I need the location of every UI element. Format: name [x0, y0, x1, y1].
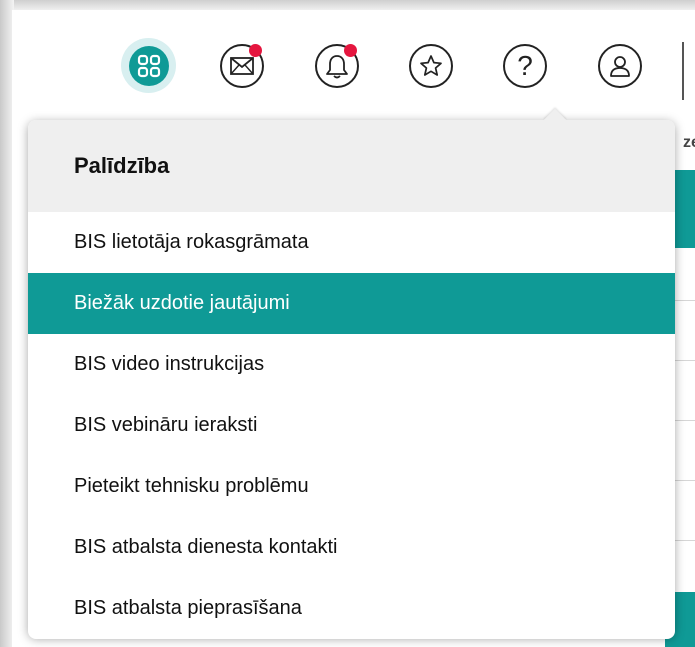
help-menu-list: BIS lietotāja rokasgrāmata Biežāk uzdoti…	[28, 212, 675, 639]
favorites-button[interactable]	[407, 42, 455, 90]
app-window: ze	[0, 0, 695, 647]
help-menu-header: Palīdzība	[28, 120, 675, 212]
menu-item-support-request[interactable]: BIS atbalsta pieprasīšana	[28, 578, 675, 639]
help-menu-title: Palīdzība	[74, 153, 170, 178]
notification-badge	[344, 44, 357, 57]
user-icon	[610, 56, 630, 77]
star-icon	[420, 55, 442, 76]
profile-button[interactable]	[596, 42, 644, 90]
help-button[interactable]: ?	[501, 42, 549, 90]
menu-item-support-contacts[interactable]: BIS atbalsta dienesta kontakti	[28, 517, 675, 578]
menu-item-webinar-recordings[interactable]: BIS vebināru ieraksti	[28, 395, 675, 456]
messages-button[interactable]	[218, 42, 266, 90]
help-dropdown-menu: Palīdzība BIS lietotāja rokasgrāmata Bie…	[28, 108, 675, 639]
apps-button[interactable]	[121, 38, 176, 93]
notifications-button[interactable]	[313, 42, 361, 90]
bell-icon	[326, 55, 348, 79]
menu-item-report-technical-problem[interactable]: Pieteikt tehnisku problēmu	[28, 456, 675, 517]
mail-icon	[230, 57, 254, 75]
menu-item-faq[interactable]: Biežāk uzdotie jautājumi	[28, 273, 675, 334]
menu-item-video-instructions[interactable]: BIS video instrukcijas	[28, 334, 675, 395]
toolbar-divider	[682, 42, 684, 100]
menu-item-user-manual[interactable]: BIS lietotāja rokasgrāmata	[28, 212, 675, 273]
notification-badge	[249, 44, 262, 57]
help-icon: ?	[517, 50, 533, 81]
background-partial-text: ze	[683, 134, 695, 151]
apps-grid-icon	[128, 45, 169, 86]
